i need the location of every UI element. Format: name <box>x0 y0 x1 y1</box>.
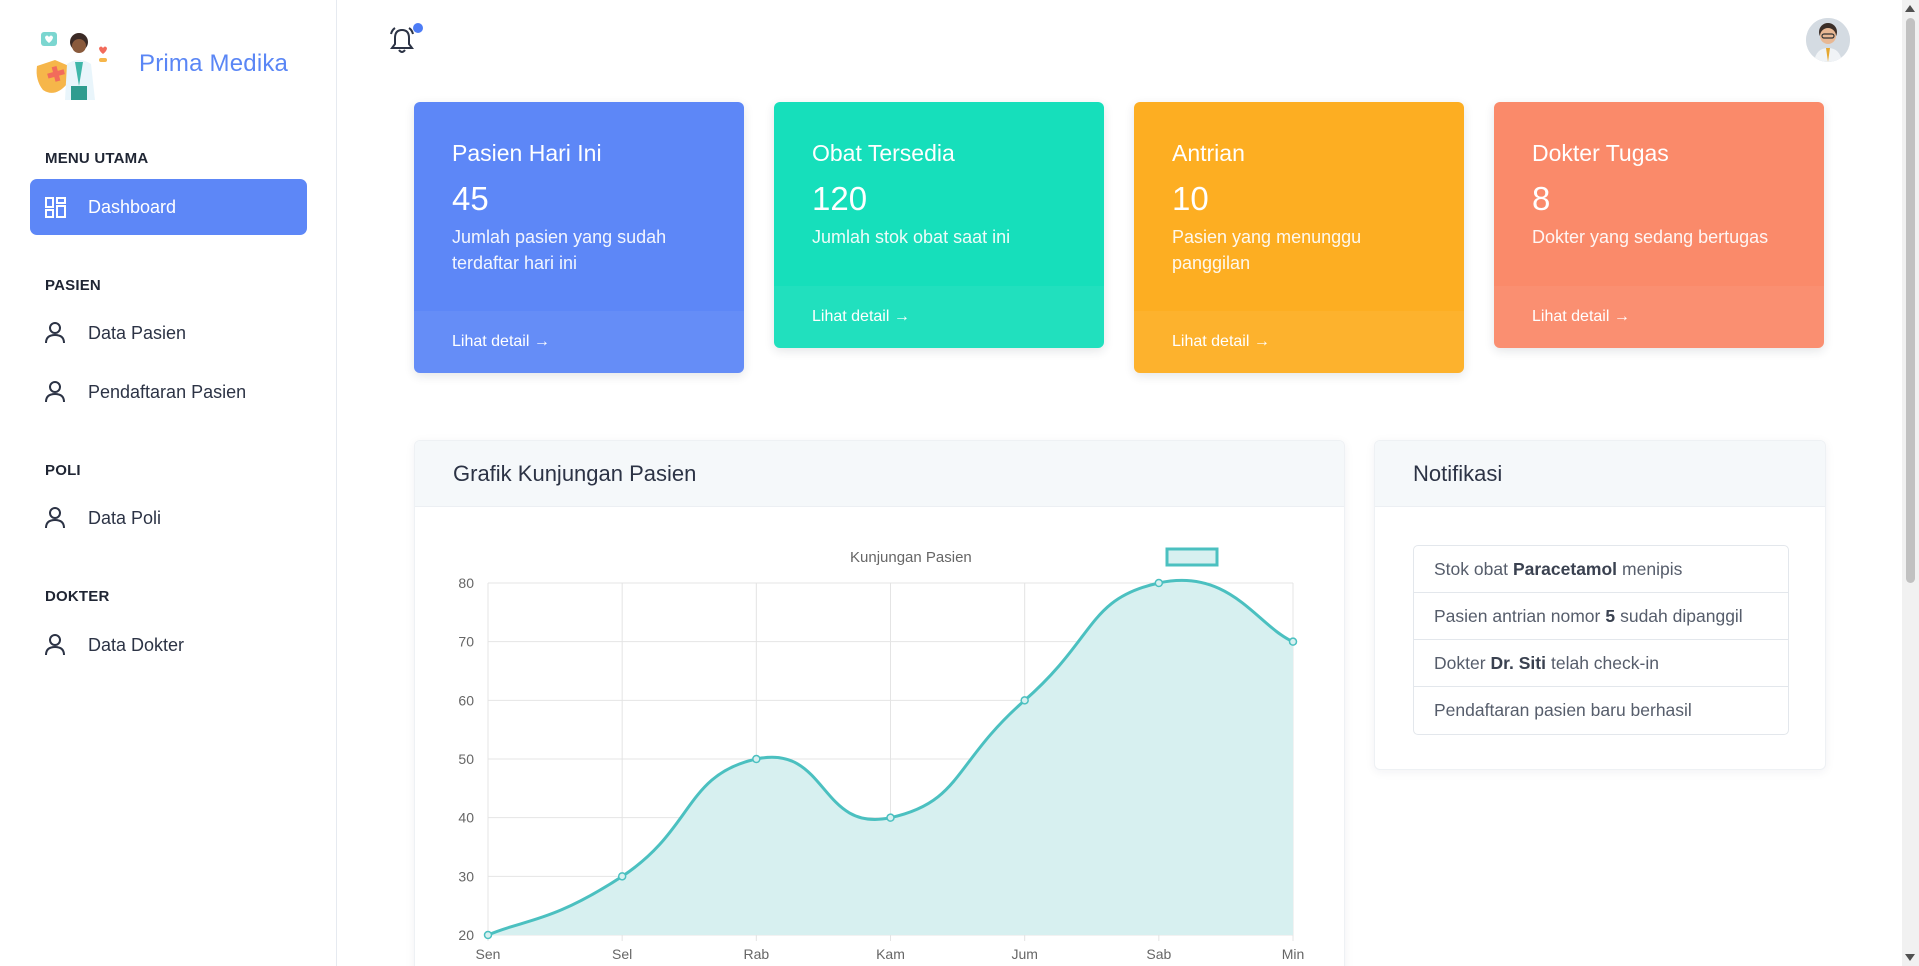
x-tick-label: Rab <box>743 946 769 962</box>
menu-section-menu-utama: MENU UTAMA <box>45 150 149 167</box>
sidebar-item-label: Dashboard <box>88 196 177 217</box>
card-value: 10 <box>1172 180 1209 217</box>
y-tick-label: 30 <box>458 868 474 884</box>
user-icon <box>44 381 66 403</box>
y-tick-label: 20 <box>458 927 474 943</box>
bell-icon[interactable] <box>388 26 416 54</box>
sidebar-item-data-poli[interactable]: Data Poli <box>30 490 307 546</box>
scroll-up-arrow-icon[interactable] <box>1905 5 1915 12</box>
x-tick-label: Kam <box>876 946 905 962</box>
sidebar-item-label: Data Pasien <box>88 322 187 343</box>
data-point <box>483 930 493 940</box>
card-title: Antrian <box>1172 140 1245 166</box>
sidebar-item-data-pasien[interactable]: Data Pasien <box>30 305 307 361</box>
data-point <box>886 813 895 822</box>
x-tick-label: Sel <box>612 946 632 962</box>
menu-section-pasien: PASIEN <box>45 277 101 294</box>
notification-panel: Notifikasi Stok obat Paracetamol menipis… <box>1374 440 1826 770</box>
chart-panel: Grafik Kunjungan Pasien 20 30 40 50 60 70 80 Se… <box>414 440 1345 966</box>
notification-item[interactable]: Pendaftaran pasien baru berhasil <box>1414 687 1788 734</box>
card-detail-link[interactable]: Lihat detail → <box>812 308 910 326</box>
card-title: Pasien Hari Ini <box>452 140 602 166</box>
data-point <box>1288 637 1298 646</box>
card-description: Jumlah stok obat saat ini <box>812 227 1011 247</box>
card-description: Jumlah pasien yang sudah terdaftar hari … <box>452 227 667 273</box>
y-tick-label: 70 <box>458 634 474 650</box>
notification-dot <box>413 23 423 33</box>
data-point <box>1154 578 1164 588</box>
y-tick-label: 50 <box>458 751 474 767</box>
stat-card-dokter-tugas: Dokter Tugas 8 Dokter yang sedang bertug… <box>1494 102 1824 348</box>
card-value: 120 <box>812 180 868 217</box>
x-tick-label: Sab <box>1146 946 1171 962</box>
sidebar-item-data-dokter[interactable]: Data Dokter <box>30 617 307 673</box>
user-avatar[interactable] <box>1806 18 1850 62</box>
notification-item[interactable]: Dokter Dr. Siti telah check-in <box>1414 640 1788 687</box>
doctor-illustration-icon <box>36 32 107 100</box>
data-point <box>617 872 627 881</box>
notification-list: Stok obat Paracetamol menipis Pasien ant… <box>1413 545 1789 735</box>
notification-item[interactable]: Stok obat Paracetamol menipis <box>1414 546 1788 593</box>
notification-item[interactable]: Pasien antrian nomor 5 sudah dipanggil <box>1414 593 1788 640</box>
card-detail-link[interactable]: Lihat detail → <box>1172 333 1270 351</box>
menu-section-poli: POLI <box>45 462 81 479</box>
sidebar-item-pendaftaran-pasien[interactable]: Pendaftaran Pasien <box>30 364 307 420</box>
legend-label: Kunjungan Pasien <box>850 549 972 566</box>
card-title: Obat Tersedia <box>812 140 955 166</box>
user-icon <box>44 634 66 656</box>
notification-panel-title: Notifikasi <box>1375 441 1825 507</box>
data-point <box>752 754 761 764</box>
menu-section-dokter: DOKTER <box>45 588 110 605</box>
card-detail-link[interactable]: Lihat detail → <box>452 333 550 351</box>
sidebar: Prima Medika MENU UTAMA Dashboard PASIEN… <box>0 0 337 966</box>
stat-card-obat-tersedia: Obat Tersedia 120 Jumlah stok obat saat … <box>774 102 1104 348</box>
y-tick-label: 60 <box>458 692 474 708</box>
chart-panel-title: Grafik Kunjungan Pasien <box>415 441 1344 507</box>
y-tick-label: 80 <box>458 575 474 591</box>
card-description: Dokter yang sedang bertugas <box>1532 227 1769 247</box>
sidebar-item-label: Data Poli <box>88 507 162 528</box>
x-tick-label: Sen <box>476 946 501 962</box>
scrollbar-thumb[interactable] <box>1906 18 1915 583</box>
legend-swatch <box>1165 547 1219 567</box>
x-tick-label: Jum <box>1011 946 1037 962</box>
dashboard-icon <box>44 196 66 218</box>
scroll-down-arrow-icon[interactable] <box>1905 954 1915 961</box>
card-value: 8 <box>1532 180 1551 217</box>
card-description: Pasien yang menunggu panggilan <box>1172 227 1362 273</box>
stat-card-antrian: Antrian 10 Pasien yang menunggu panggila… <box>1134 102 1464 373</box>
x-tick-label: Min <box>1282 946 1305 962</box>
user-icon <box>44 507 66 529</box>
brand[interactable]: Prima Medika <box>33 26 288 102</box>
sidebar-item-label: Pendaftaran Pasien <box>88 381 247 402</box>
card-detail-link[interactable]: Lihat detail → <box>1532 308 1630 326</box>
page-scrollbar[interactable] <box>1902 0 1919 966</box>
card-title: Dokter Tugas <box>1532 140 1669 166</box>
visits-line-chart: 20 30 40 50 60 70 80 Sen Sel Rab Kam Jum Sab Min Kunju… <box>458 547 1305 962</box>
card-value: 45 <box>452 180 489 217</box>
user-icon <box>44 322 66 344</box>
sidebar-item-dashboard[interactable]: Dashboard <box>30 179 307 235</box>
sidebar-item-label: Data Dokter <box>88 634 185 655</box>
data-point <box>1020 696 1029 705</box>
stat-card-pasien-hari-ini: Pasien Hari Ini 45 Jumlah pasien yang su… <box>414 102 744 373</box>
y-tick-label: 40 <box>458 810 474 826</box>
brand-name: Prima Medika <box>139 50 289 77</box>
